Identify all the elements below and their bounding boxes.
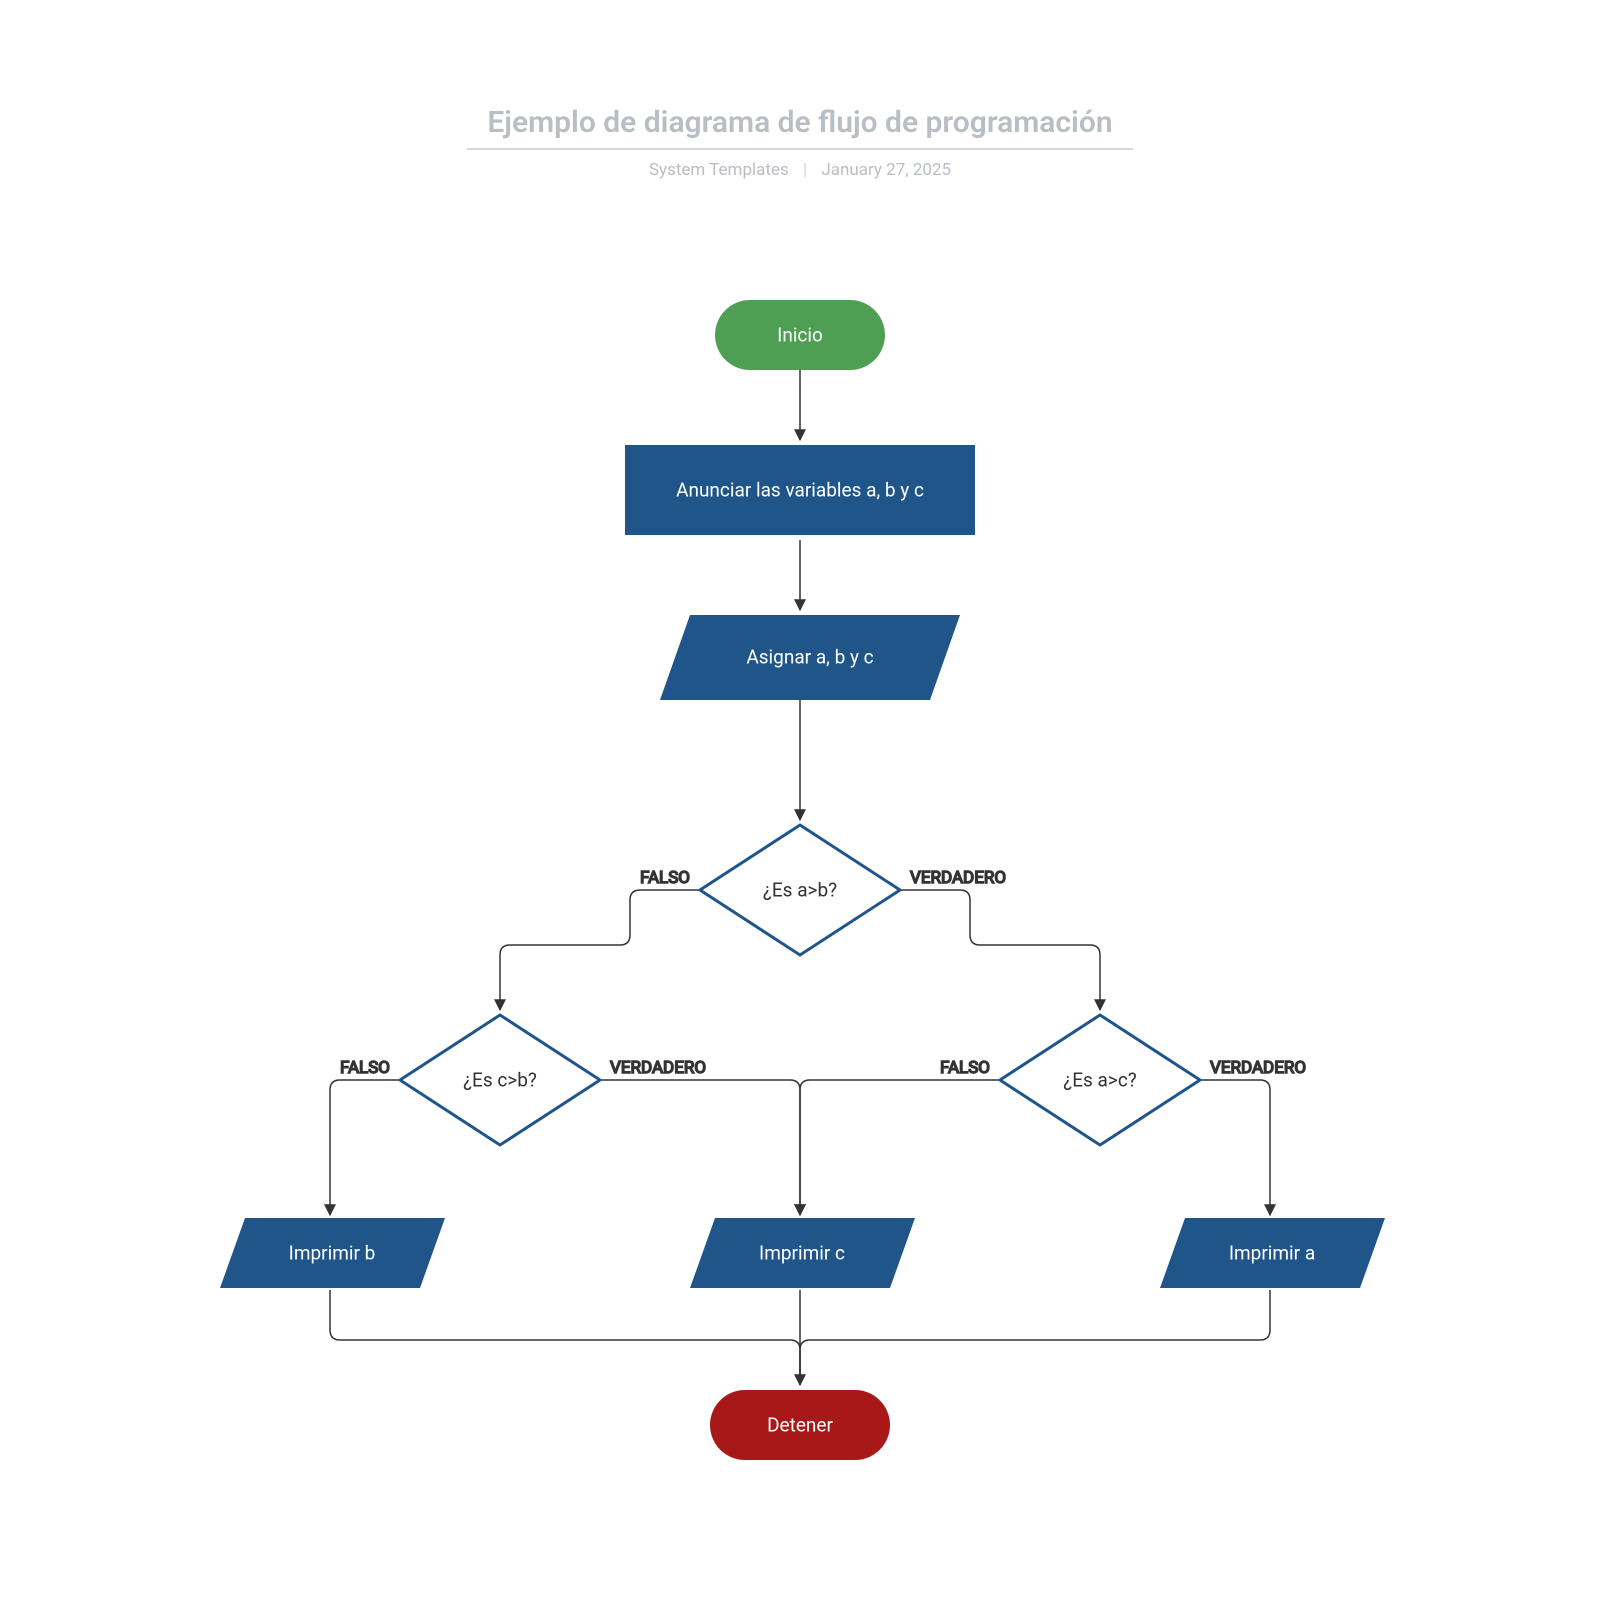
node-decision-cb: ¿Es c>b?: [400, 1015, 600, 1145]
node-print-b: Imprimir b: [220, 1218, 445, 1288]
node-stop: Detener: [710, 1390, 890, 1460]
flowchart-canvas: Ejemplo de diagrama de flujo de programa…: [0, 0, 1600, 1600]
flowchart-svg: FALSO VERDADERO FALSO VERDADERO FALSO VE…: [0, 0, 1600, 1600]
edge-printb-stop: [330, 1290, 800, 1385]
node-start: Inicio: [715, 300, 885, 370]
node-decision-ac-label: ¿Es a>c?: [1063, 1069, 1137, 1092]
node-print-a: Imprimir a: [1160, 1218, 1385, 1288]
label-dab-false: FALSO: [640, 868, 690, 888]
node-decision-ab: ¿Es a>b?: [700, 825, 900, 955]
label-dcb-true: VERDADERO: [610, 1058, 706, 1078]
edge-printa-stop: [800, 1290, 1270, 1385]
node-declare-label: Anunciar las variables a, b y c: [676, 479, 924, 502]
edge-dac-false: [800, 1080, 1000, 1215]
node-assign: Asignar a, b y c: [660, 615, 960, 700]
label-dac-true: VERDADERO: [1210, 1058, 1306, 1078]
node-stop-label: Detener: [767, 1414, 833, 1437]
node-decision-ab-label: ¿Es a>b?: [763, 879, 837, 902]
node-print-c: Imprimir c: [690, 1218, 915, 1288]
node-print-a-label: Imprimir a: [1229, 1242, 1315, 1265]
node-decision-cb-label: ¿Es c>b?: [463, 1069, 537, 1092]
label-dac-false: FALSO: [940, 1058, 990, 1078]
node-declare: Anunciar las variables a, b y c: [625, 445, 975, 535]
node-print-c-label: Imprimir c: [759, 1242, 845, 1265]
edge-dac-true: [1200, 1080, 1270, 1215]
edge-dcb-false: [330, 1080, 400, 1215]
label-dcb-false: FALSO: [340, 1058, 390, 1078]
node-assign-label: Asignar a, b y c: [746, 646, 873, 669]
node-print-b-label: Imprimir b: [289, 1242, 376, 1265]
node-decision-ac: ¿Es a>c?: [1000, 1015, 1200, 1145]
node-start-label: Inicio: [777, 324, 823, 347]
edge-dab-false: [500, 890, 700, 1010]
edge-dcb-true: [600, 1080, 800, 1215]
label-dab-true: VERDADERO: [910, 868, 1006, 888]
edge-dab-true: [900, 890, 1100, 1010]
